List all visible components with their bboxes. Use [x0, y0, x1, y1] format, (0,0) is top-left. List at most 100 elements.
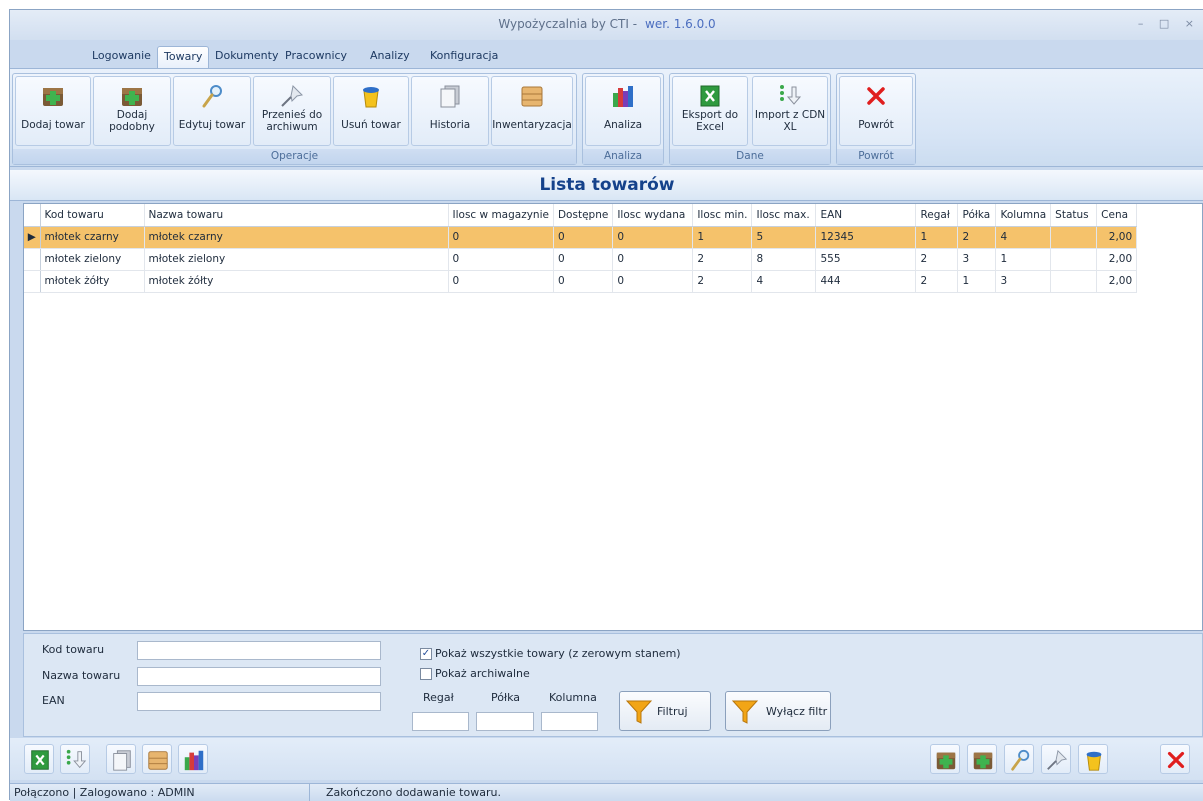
history-button[interactable]: Historia	[411, 76, 489, 146]
cell-ilosc-wydana[interactable]: 0	[612, 270, 694, 293]
col-ean[interactable]: EAN	[815, 204, 917, 227]
cell-ilosc-min[interactable]: 1	[692, 226, 753, 249]
cell-ilosc-wydana[interactable]: 0	[612, 226, 694, 249]
inventory-quick-button[interactable]	[142, 744, 172, 774]
add-similar-quick-button[interactable]	[967, 744, 997, 774]
clear-filter-button[interactable]: Wyłącz filtr	[725, 691, 831, 731]
export-excel-button[interactable]: Eksport do Excel	[672, 76, 748, 146]
cell-kod[interactable]: młotek żółty	[40, 270, 145, 293]
cell-ilosc-min[interactable]: 2	[692, 248, 753, 271]
cell-nazwa[interactable]: młotek żółty	[144, 270, 449, 293]
tab-analizy[interactable]: Analizy	[364, 46, 416, 68]
cell-kod[interactable]: młotek zielony	[40, 248, 145, 271]
col-ilosc-wydana[interactable]: Ilosc wydana	[612, 204, 694, 227]
col-status[interactable]: Status	[1050, 204, 1098, 227]
cell-regal[interactable]: 2	[915, 248, 959, 271]
col-kolumna[interactable]: Kolumna	[995, 204, 1052, 227]
cell-status[interactable]	[1050, 248, 1098, 271]
col-polka[interactable]: Półka	[957, 204, 997, 227]
back-quick-button[interactable]	[1160, 744, 1190, 774]
col-ilosc-max[interactable]: Ilosc max.	[751, 204, 817, 227]
cell-ilosc-max[interactable]: 8	[751, 248, 817, 271]
cell-regal[interactable]: 2	[915, 270, 959, 293]
archive-quick-button[interactable]	[1041, 744, 1071, 774]
polka-filter-input[interactable]	[476, 712, 534, 731]
export-excel-label: Eksport do Excel	[681, 109, 739, 133]
inventory-button[interactable]: Inwentaryzacja	[491, 76, 573, 146]
delete-product-button[interactable]: Usuń towar	[333, 76, 409, 146]
col-dostepne[interactable]: Dostępne	[553, 204, 614, 227]
trash-icon	[1086, 751, 1102, 771]
cell-polka[interactable]: 2	[957, 226, 997, 249]
cell-polka[interactable]: 3	[957, 248, 997, 271]
analysis-quick-button[interactable]	[178, 744, 208, 774]
cell-kolumna[interactable]: 4	[995, 226, 1052, 249]
pin-icon	[1047, 749, 1068, 770]
filter-button[interactable]: Filtruj	[619, 691, 711, 731]
delete-quick-button[interactable]	[1078, 744, 1108, 774]
cell-ilosc-wydana[interactable]: 0	[612, 248, 694, 271]
cell-nazwa[interactable]: młotek zielony	[144, 248, 449, 271]
cell-polka[interactable]: 1	[957, 270, 997, 293]
export-excel-quick-button[interactable]	[24, 744, 54, 774]
ean-filter-input[interactable]	[137, 692, 381, 711]
add-product-quick-button[interactable]	[930, 744, 960, 774]
cell-ilosc-magazyn[interactable]: 0	[448, 270, 554, 293]
inventory-label: Inwentaryzacja	[492, 119, 572, 131]
history-quick-button[interactable]	[106, 744, 136, 774]
import-cdn-button[interactable]: Import z CDN XL	[752, 76, 828, 146]
tab-dokumenty[interactable]: Dokumenty	[209, 46, 284, 68]
col-ilosc-min[interactable]: Ilosc min.	[692, 204, 753, 227]
table-row[interactable]: młotek żółty młotek żółty 0 0 0 2 4 444 …	[24, 270, 1138, 293]
excel-icon	[31, 750, 49, 770]
cell-ilosc-magazyn[interactable]: 0	[448, 248, 554, 271]
regal-filter-input[interactable]	[412, 712, 469, 731]
cell-ean[interactable]: 12345	[815, 226, 917, 249]
cell-cena[interactable]: 2,00	[1096, 226, 1138, 249]
tab-konfiguracja[interactable]: Konfiguracja	[424, 46, 504, 68]
cell-ilosc-magazyn[interactable]: 0	[448, 226, 554, 249]
cell-cena[interactable]: 2,00	[1096, 270, 1138, 293]
cell-kolumna[interactable]: 1	[995, 248, 1052, 271]
col-cena[interactable]: Cena	[1096, 204, 1138, 227]
edit-product-button[interactable]: Edytuj towar	[173, 76, 251, 146]
cell-ean[interactable]: 555	[815, 248, 917, 271]
cell-ean[interactable]: 444	[815, 270, 917, 293]
nazwa-filter-input[interactable]	[137, 667, 381, 686]
table-row[interactable]: młotek zielony młotek zielony 0 0 0 2 8 …	[24, 248, 1138, 271]
add-similar-button[interactable]: Dodaj podobny	[93, 76, 171, 146]
cell-ilosc-max[interactable]: 5	[751, 226, 817, 249]
table-row[interactable]: ▶ młotek czarny młotek czarny 0 0 0 1 5 …	[24, 226, 1138, 249]
cell-status[interactable]	[1050, 270, 1098, 293]
import-quick-button[interactable]	[60, 744, 90, 774]
tab-logowanie[interactable]: Logowanie	[86, 46, 157, 68]
kolumna-filter-input[interactable]	[541, 712, 598, 731]
tab-pracownicy[interactable]: Pracownicy	[279, 46, 353, 68]
cell-kod[interactable]: młotek czarny	[40, 226, 145, 249]
row-indicator-icon: ▶	[24, 226, 41, 249]
col-regal[interactable]: Regał	[915, 204, 959, 227]
back-button[interactable]: Powrót	[839, 76, 913, 146]
analysis-button[interactable]: Analiza	[585, 76, 661, 146]
show-archived-checkbox[interactable]: Pokaż archiwalne	[420, 667, 530, 680]
window-controls[interactable]: – □ ×	[1138, 10, 1200, 38]
col-ilosc-magazyn[interactable]: Ilosc w magazynie	[448, 204, 554, 227]
kod-filter-input[interactable]	[137, 641, 381, 660]
add-product-button[interactable]: Dodaj towar	[15, 76, 91, 146]
cell-status[interactable]	[1050, 226, 1098, 249]
cell-dostepne[interactable]: 0	[553, 270, 614, 293]
cell-kolumna[interactable]: 3	[995, 270, 1052, 293]
cell-regal[interactable]: 1	[915, 226, 959, 249]
cell-cena[interactable]: 2,00	[1096, 248, 1138, 271]
edit-quick-button[interactable]	[1004, 744, 1034, 774]
cell-dostepne[interactable]: 0	[553, 226, 614, 249]
tab-towary[interactable]: Towary	[157, 46, 210, 68]
archive-button[interactable]: Przenieś do archiwum	[253, 76, 331, 146]
col-kod[interactable]: Kod towaru	[40, 204, 145, 227]
cell-ilosc-min[interactable]: 2	[692, 270, 753, 293]
cell-dostepne[interactable]: 0	[553, 248, 614, 271]
cell-ilosc-max[interactable]: 4	[751, 270, 817, 293]
col-nazwa[interactable]: Nazwa towaru	[144, 204, 449, 227]
show-all-checkbox[interactable]: ✓ Pokaż wszystkie towary (z zerowym stan…	[420, 647, 681, 660]
cell-nazwa[interactable]: młotek czarny	[144, 226, 449, 249]
